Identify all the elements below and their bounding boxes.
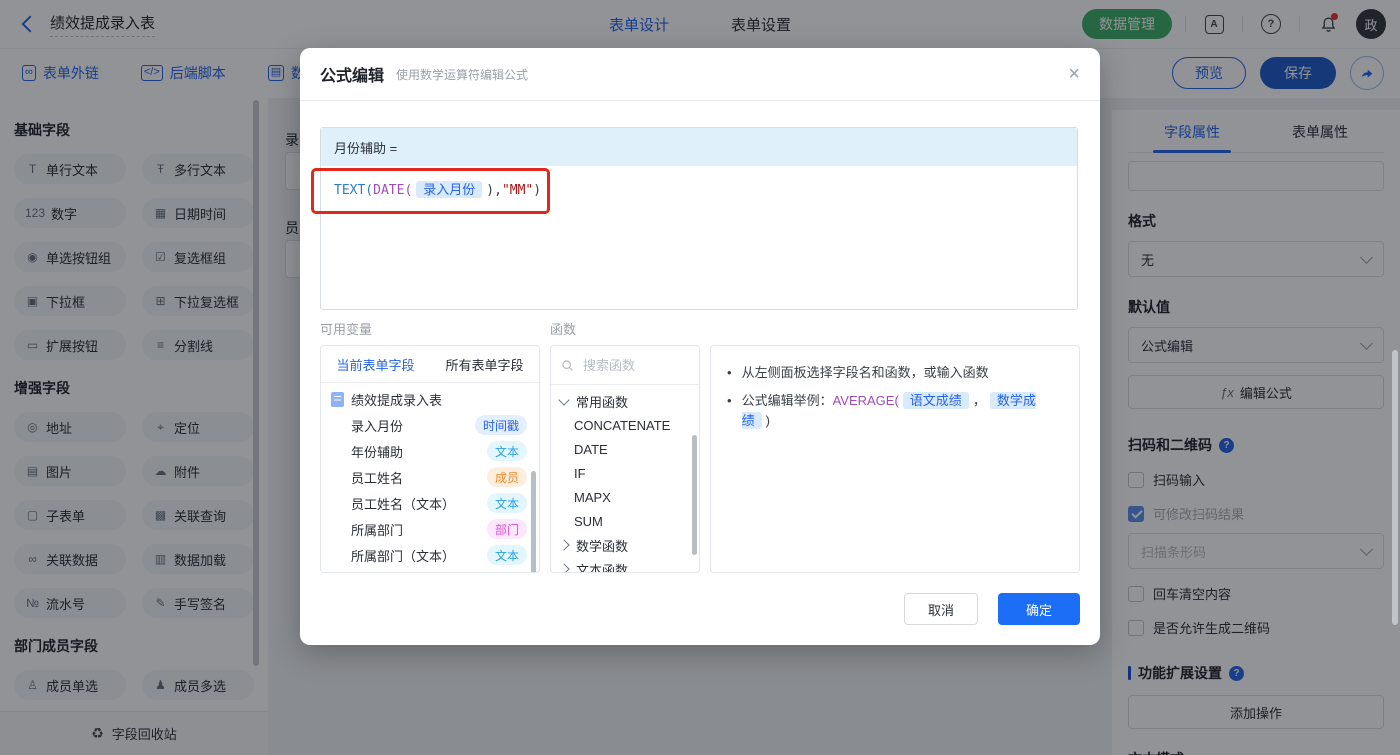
modal-subtitle: 使用数学运算符编辑公式 <box>396 66 528 83</box>
function-group[interactable]: 数学函数 <box>551 533 699 557</box>
variable-row[interactable]: 所属部门（文本） 文本 <box>321 542 539 568</box>
function-item[interactable]: SUM <box>551 509 699 533</box>
formula-token: ， <box>973 393 986 408</box>
variable-name: 所属部门（文本） <box>351 546 455 565</box>
function-item[interactable]: MAPX <box>551 485 699 509</box>
help-tip-2: • 公式编辑举例：AVERAGE(语文成绩，数学成绩) <box>727 391 1063 431</box>
formula-expression[interactable]: TEXT(DATE( 录入月份),"MM") <box>321 166 1077 211</box>
variables-list: 绩效提成录入表录入月份时间戳年份辅助文本员工姓名成员员工姓名（文本）文本所属部门… <box>321 383 539 573</box>
variable-row[interactable]: 所属部门 部门 <box>321 516 539 542</box>
functions-list: 常用函数 CONCATENATEDATEIFMAPXSUM 数学函数文本函数 <box>551 385 699 573</box>
variable-name: 所属部门 <box>351 520 403 539</box>
function-group-name: 常用函数 <box>576 392 628 411</box>
function-search <box>551 346 699 385</box>
variable-name: 年份辅助 <box>351 442 403 461</box>
variables-tabs: 当前表单字段所有表单字段 <box>321 346 539 383</box>
function-group-name: 文本函数 <box>576 560 628 574</box>
help-tip-1: • 从左侧面板选择字段名和函数，或输入函数 <box>727 363 1063 383</box>
variable-row[interactable]: 录入月份 时间戳 <box>321 412 539 438</box>
formula-token: "MM" <box>502 183 533 198</box>
formula-token: DATE( <box>373 183 412 198</box>
function-group[interactable]: 常用函数 <box>551 389 699 413</box>
app-window: 绩效提成录入表 表单设计表单设置 数据管理 A ? 政 ∞表单外 <box>0 0 1400 755</box>
chevron-down-icon <box>558 394 569 405</box>
formula-token: 公式编辑举例： <box>742 393 833 408</box>
variable-type-badge <box>475 573 527 574</box>
formula-editor-box[interactable]: 月份辅助 = TEXT(DATE( 录入月份),"MM") <box>320 127 1078 310</box>
variable-row[interactable]: 年份辅助 文本 <box>321 438 539 464</box>
variable-row[interactable]: 员工姓名（文本） 文本 <box>321 490 539 516</box>
function-group[interactable]: 文本函数 <box>551 557 699 573</box>
function-item[interactable]: DATE <box>551 437 699 461</box>
variables-caption: 可用变量 <box>320 319 372 338</box>
function-item[interactable]: IF <box>551 461 699 485</box>
close-icon[interactable]: × <box>1068 64 1080 84</box>
chevron-right-icon <box>558 539 569 550</box>
variables-panel: 当前表单字段所有表单字段 绩效提成录入表录入月份时间戳年份辅助文本员工姓名成员员… <box>320 345 540 573</box>
functions-panel: 常用函数 CONCATENATEDATEIFMAPXSUM 数学函数文本函数 <box>550 345 700 573</box>
function-item[interactable]: CONCATENATE <box>551 413 699 437</box>
function-group-name: 数学函数 <box>576 536 628 555</box>
variable-form-name: 绩效提成录入表 <box>351 390 442 409</box>
variable-type-badge: 文本 <box>487 441 527 461</box>
formula-token: , <box>494 183 502 198</box>
field-token[interactable]: 录入月份 <box>416 181 482 198</box>
panel-scrollbar[interactable] <box>1392 350 1398 625</box>
formula-token: ) <box>486 183 494 198</box>
variables-tab[interactable]: 当前表单字段 <box>321 355 430 374</box>
variables-scrollbar[interactable] <box>531 471 536 573</box>
variable-type-badge: 部门 <box>487 519 527 539</box>
function-search-input[interactable] <box>581 357 685 374</box>
variable-name: 录入月份 <box>351 416 403 435</box>
variable-row-clipped <box>321 568 539 573</box>
variable-name: 员工姓名（文本） <box>351 494 455 513</box>
variable-type-badge: 文本 <box>487 545 527 565</box>
variable-form-row[interactable]: 绩效提成录入表 <box>321 386 539 412</box>
formula-token: ) <box>533 183 541 198</box>
variable-type-badge: 成员 <box>487 467 527 487</box>
variable-name: 员工姓名 <box>351 468 403 487</box>
variable-type-badge: 时间戳 <box>475 415 527 435</box>
variable-row[interactable]: 员工姓名 成员 <box>321 464 539 490</box>
functions-scrollbar[interactable] <box>692 435 697 555</box>
formula-token: TEXT( <box>334 183 373 198</box>
variables-tab[interactable]: 所有表单字段 <box>430 355 539 374</box>
confirm-button[interactable]: 确定 <box>998 593 1080 625</box>
variable-type-badge: 文本 <box>487 493 527 513</box>
modal-title: 公式编辑 <box>320 62 384 86</box>
formula-help-panel: • 从左侧面板选择字段名和函数，或输入函数 • 公式编辑举例：AVERAGE(语… <box>710 345 1080 573</box>
formula-target: 月份辅助 = <box>321 128 1077 166</box>
field-token[interactable]: 语文成绩 <box>903 392 969 409</box>
modal-footer: 取消 确定 <box>904 593 1080 625</box>
chevron-right-icon <box>558 563 569 573</box>
functions-caption: 函数 <box>550 319 576 338</box>
formula-token: AVERAGE( <box>833 393 899 408</box>
formula-token: ) <box>766 413 770 428</box>
search-icon <box>561 359 574 372</box>
cancel-button[interactable]: 取消 <box>904 593 978 625</box>
form-doc-icon <box>331 392 344 407</box>
formula-editor-modal: 公式编辑 使用数学运算符编辑公式 × 月份辅助 = TEXT(DATE( 录入月份… <box>300 48 1100 645</box>
modal-header: 公式编辑 使用数学运算符编辑公式 × <box>300 48 1100 101</box>
